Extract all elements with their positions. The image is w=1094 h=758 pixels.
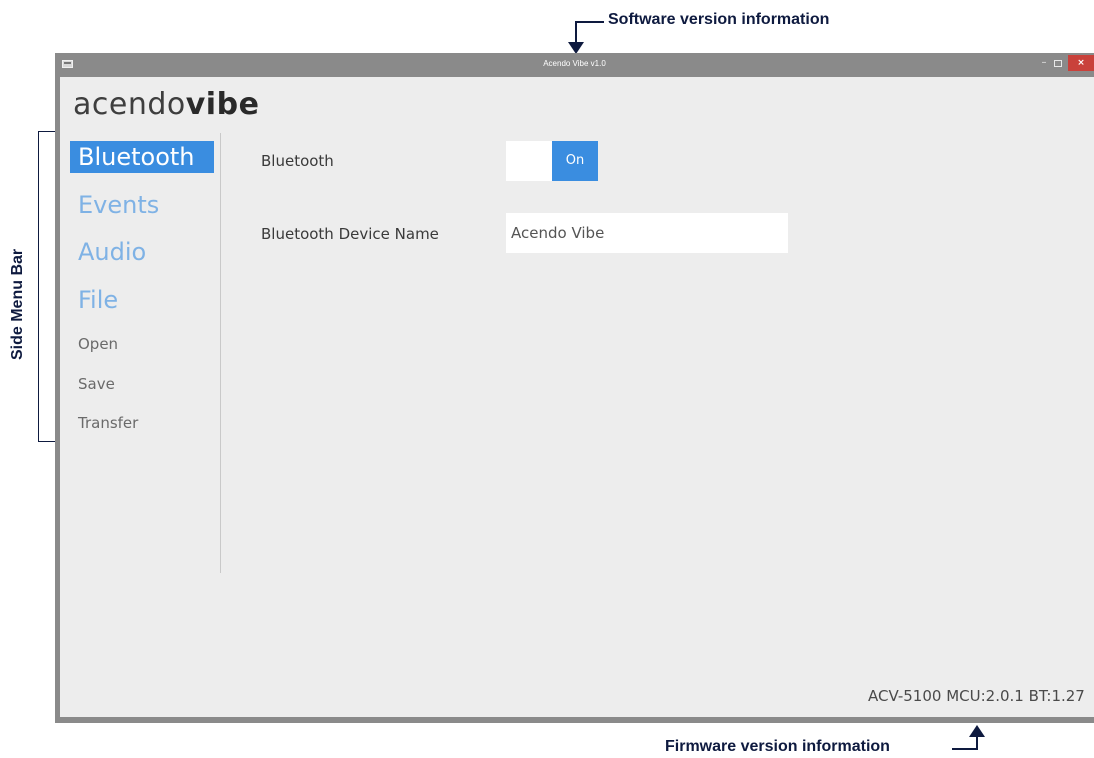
file-open-link[interactable]: Open bbox=[78, 335, 118, 353]
maximize-icon bbox=[1054, 60, 1062, 67]
side-menu-annotation: Side Menu Bar bbox=[9, 248, 26, 360]
firmware-annotation-arrowhead bbox=[969, 725, 985, 737]
firmware-version-text: ACV-5100 MCU:2.0.1 BT:1.27 bbox=[868, 687, 1085, 705]
side-menu-bracket-vertical bbox=[38, 131, 39, 442]
device-name-input[interactable] bbox=[506, 213, 788, 253]
sidebar-item-audio[interactable]: Audio bbox=[70, 236, 154, 268]
software-annotation-line-h bbox=[576, 21, 604, 23]
sidebar-item-file[interactable]: File bbox=[70, 284, 126, 316]
minimize-button[interactable]: – bbox=[1037, 55, 1051, 71]
file-transfer-link[interactable]: Transfer bbox=[78, 414, 138, 432]
title-bar[interactable]: Acendo Vibe v1.0 – × bbox=[55, 53, 1094, 77]
bluetooth-toggle[interactable]: On bbox=[506, 141, 598, 181]
window-title: Acendo Vibe v1.0 bbox=[543, 59, 606, 68]
device-name-label: Bluetooth Device Name bbox=[261, 225, 439, 243]
app-window: Acendo Vibe v1.0 – × acendovibe Bluetoot… bbox=[55, 53, 1094, 723]
sidebar-item-events[interactable]: Events bbox=[70, 189, 167, 221]
sidebar-item-bluetooth[interactable]: Bluetooth bbox=[70, 141, 214, 173]
toggle-off-segment bbox=[506, 141, 552, 181]
software-version-annotation: Software version information bbox=[608, 11, 830, 28]
bluetooth-label: Bluetooth bbox=[261, 152, 334, 170]
close-button[interactable]: × bbox=[1068, 55, 1094, 71]
firmware-version-annotation: Firmware version information bbox=[665, 738, 890, 755]
file-save-link[interactable]: Save bbox=[78, 375, 115, 393]
firmware-annotation-line-h bbox=[952, 748, 978, 750]
side-menu: Bluetooth Events Audio File Open Save Tr… bbox=[60, 77, 225, 717]
sidebar-divider bbox=[220, 133, 221, 573]
maximize-button[interactable] bbox=[1051, 55, 1065, 71]
toggle-on-segment: On bbox=[552, 141, 598, 181]
app-client-area: acendovibe Bluetooth Events Audio File O… bbox=[60, 77, 1094, 717]
